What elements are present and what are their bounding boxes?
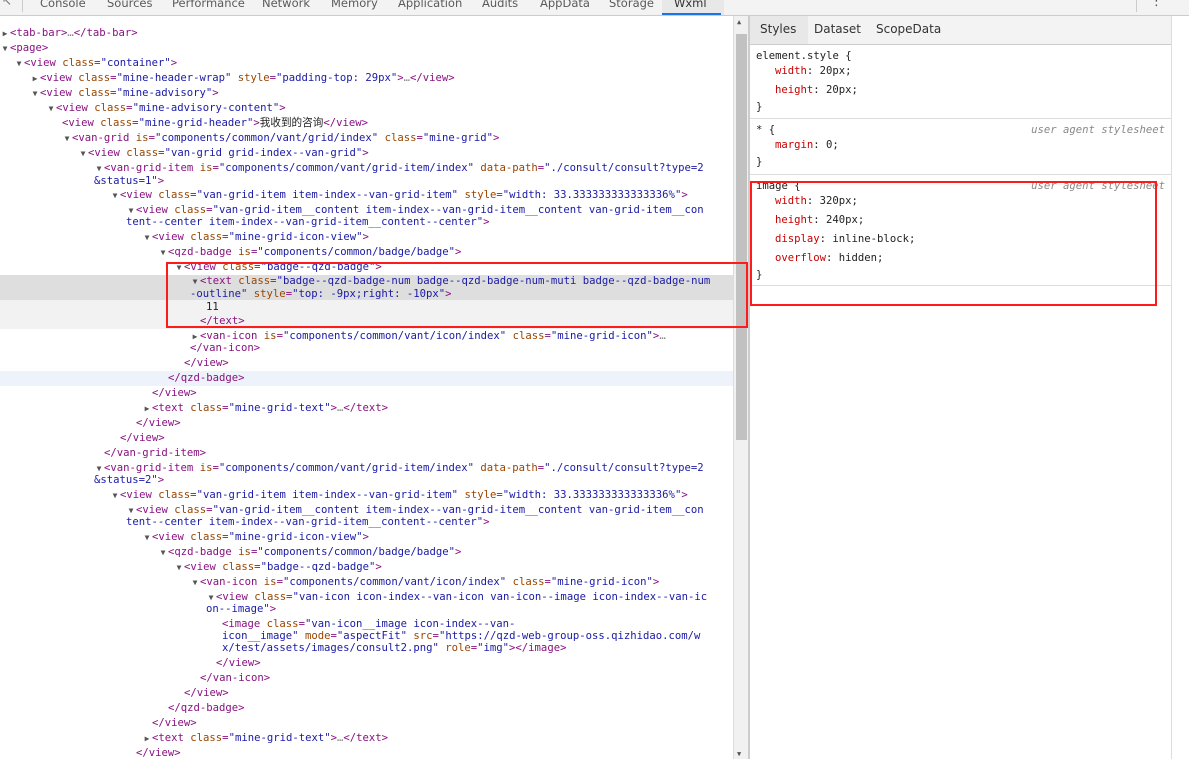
tree-line[interactable]: ▼ <view class="mine-advisory"> (0, 86, 733, 101)
rule-close: } (756, 156, 763, 168)
tree-line[interactable]: ▶ <view class="mine-header-wrap" style="p… (0, 71, 733, 86)
tree-line[interactable]: ▼ <view class="van-grid-item item-index--… (0, 488, 733, 503)
tree-line[interactable]: </view> (0, 431, 733, 446)
tree-line[interactable]: ▼ <view class="container"> (0, 56, 733, 71)
tab-memory[interactable]: Memory (331, 0, 378, 11)
tree-line[interactable]: </view> (0, 746, 733, 759)
more-options-icon[interactable]: ⋮ (1150, 0, 1163, 9)
tree-line[interactable]: ▼ <van-icon is="components/common/vant/ic… (0, 575, 733, 590)
collapse-arrow-icon[interactable]: ▼ (78, 146, 88, 161)
devtools-tab-bar: ↖ Console Sources Performance Network Me… (0, 0, 1189, 16)
rule-close: } (756, 101, 763, 113)
tree-line[interactable]: </view> (0, 686, 733, 701)
style-property[interactable]: height: 20px; (775, 81, 858, 100)
styles-tab-bar: Styles Dataset ScopeData (750, 16, 1171, 45)
tab-sources[interactable]: Sources (107, 0, 153, 11)
tab-dataset[interactable]: Dataset (814, 22, 861, 36)
tree-line: tent--center item-index--van-grid-item__… (126, 516, 490, 528)
tree-line[interactable]: ▶ <tab-bar>…</tab-bar> (0, 26, 733, 41)
tab-console[interactable]: Console (40, 0, 86, 11)
styles-scrollbar[interactable] (1171, 16, 1189, 759)
tree-line[interactable]: ▼ <qzd-badge is="components/common/badge/… (0, 545, 733, 560)
collapse-arrow-icon[interactable]: ▼ (46, 101, 56, 116)
tree-line[interactable]: </view> (0, 386, 733, 401)
tree-line: tent--center item-index--van-grid-item__… (126, 216, 490, 228)
collapse-arrow-icon[interactable]: ▼ (174, 560, 184, 575)
tree-line[interactable]: </view> (0, 416, 733, 431)
tree-line[interactable]: ▼ <view class="mine-grid-icon-view"> (0, 530, 733, 545)
inspect-cursor-icon[interactable]: ↖ (2, 0, 14, 8)
expand-arrow-icon[interactable]: ▶ (142, 401, 152, 416)
expand-arrow-icon[interactable]: ▶ (0, 26, 10, 41)
collapse-arrow-icon[interactable]: ▼ (110, 188, 120, 203)
style-property[interactable]: width: 20px; (775, 62, 852, 81)
tab-appdata[interactable]: AppData (540, 0, 590, 11)
tab-network[interactable]: Network (262, 0, 310, 11)
highlight-box-image-rule (750, 181, 1157, 306)
tab-audits[interactable]: Audits (482, 0, 518, 11)
tree-line[interactable]: </view> (0, 716, 733, 731)
tree-line[interactable]: ▼ <view class="van-grid grid-index--van-g… (0, 146, 733, 161)
collapse-arrow-icon[interactable]: ▼ (158, 545, 168, 560)
collapse-arrow-icon[interactable]: ▼ (30, 86, 40, 101)
tree-line[interactable]: ▶ <text class="mine-grid-text">…</text> (0, 401, 733, 416)
elements-scrollbar[interactable]: ▲ ▼ (733, 16, 748, 759)
tab-performance[interactable]: Performance (172, 0, 245, 11)
tree-line[interactable]: </van-icon> (0, 671, 733, 686)
tree-line: on--image"> (206, 603, 277, 615)
tree-line: x/test/assets/images/consult2.png" role=… (222, 642, 567, 654)
collapse-arrow-icon[interactable]: ▼ (110, 488, 120, 503)
collapse-arrow-icon[interactable]: ▼ (62, 131, 72, 146)
tree-line[interactable]: ▶ <text class="mine-grid-text">…</text> (0, 731, 733, 746)
collapse-arrow-icon[interactable]: ▼ (142, 230, 152, 245)
tree-line[interactable]: ▼ <qzd-badge is="components/common/badge/… (0, 245, 733, 260)
tab-storage[interactable]: Storage (609, 0, 654, 11)
tree-line[interactable]: <view class="mine-grid-header">我收到的咨询</v… (0, 116, 733, 131)
tree-line: &status=2"> (94, 474, 165, 486)
collapse-arrow-icon[interactable]: ▼ (142, 530, 152, 545)
tree-line[interactable]: </view> (0, 356, 733, 371)
tree-line[interactable]: </van-grid-item> (0, 446, 733, 461)
collapse-arrow-icon[interactable]: ▼ (190, 575, 200, 590)
tab-application[interactable]: Application (398, 0, 462, 11)
wxml-elements-tree: ▶ <tab-bar>…</tab-bar> ▼ <page> ▼ <view cla… (0, 16, 733, 759)
expand-arrow-icon[interactable]: ▶ (30, 71, 40, 86)
expand-arrow-icon[interactable]: ▶ (142, 731, 152, 746)
rule-selector[interactable]: * { (756, 121, 775, 140)
rule-origin: user agent stylesheet (1031, 124, 1165, 136)
scrollbar-thumb[interactable] (736, 34, 747, 440)
tree-line[interactable]: </van-icon> (0, 341, 733, 356)
tab-separator-right (1136, 0, 1137, 12)
highlight-box-text-node (166, 262, 748, 328)
scroll-down-icon[interactable]: ▼ (737, 750, 741, 758)
styles-panel: Styles Dataset ScopeData element.style {… (750, 16, 1171, 759)
tree-line[interactable]: ▼ <view class="badge--qzd-badge"> (0, 560, 733, 575)
style-property[interactable]: margin: 0; (775, 136, 839, 155)
tab-scopedata[interactable]: ScopeData (876, 22, 941, 36)
collapse-arrow-icon[interactable]: ▼ (14, 56, 24, 71)
style-rule-element: element.style { width: 20px; height: 20p… (750, 46, 1171, 119)
collapse-arrow-icon[interactable]: ▼ (158, 245, 168, 260)
tree-line: &status=1"> (94, 175, 165, 187)
tree-line[interactable]: ▼ <view class="van-grid-item item-index--… (0, 188, 733, 203)
style-rule-universal: * { user agent stylesheet margin: 0; } (750, 120, 1171, 175)
tree-line[interactable]: </qzd-badge> (0, 701, 733, 716)
tree-line[interactable]: ▼ <van-grid is="components/common/vant/gr… (0, 131, 733, 146)
tab-styles[interactable]: Styles (760, 22, 796, 36)
scroll-up-icon[interactable]: ▲ (737, 18, 741, 26)
tab-separator (22, 0, 23, 12)
tree-line[interactable]: </qzd-badge> (0, 371, 733, 386)
collapse-arrow-icon[interactable]: ▼ (0, 41, 10, 56)
tree-line[interactable]: ▼ <view class="mine-grid-icon-view"> (0, 230, 733, 245)
tab-wxml[interactable]: Wxml (662, 0, 720, 15)
tree-line[interactable]: ▼ <page> (0, 41, 733, 56)
tree-line[interactable]: </view> (0, 656, 733, 671)
tree-line[interactable]: ▼ <view class="mine-advisory-content"> (0, 101, 733, 116)
